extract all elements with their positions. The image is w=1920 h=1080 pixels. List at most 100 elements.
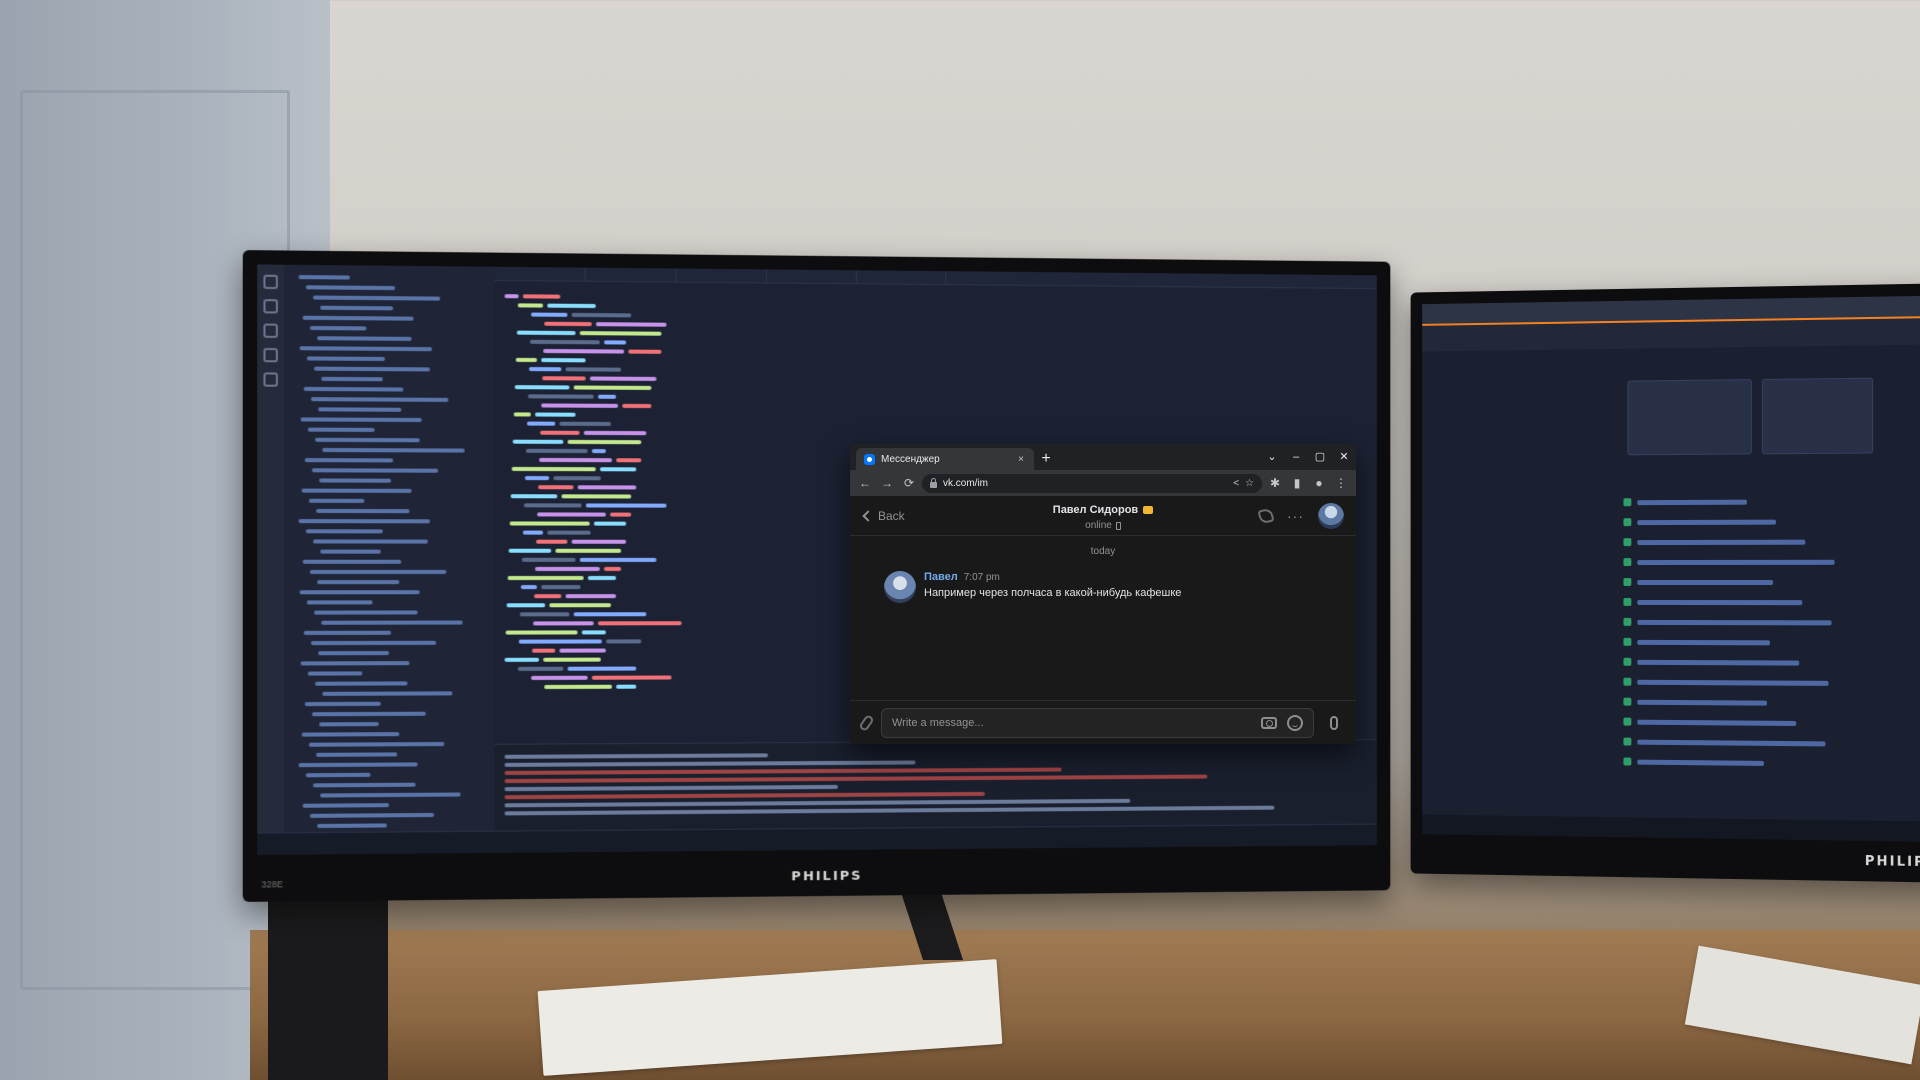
question-link[interactable] (1637, 759, 1764, 766)
question-link[interactable] (1637, 579, 1774, 586)
explorer-row[interactable] (290, 537, 488, 545)
explorer-row[interactable] (290, 679, 488, 688)
tab-messenger[interactable]: Мессенджер × (856, 448, 1034, 470)
bookmark-star-icon[interactable]: ☆ (1245, 478, 1254, 489)
explorer-row[interactable] (290, 486, 488, 495)
share-icon[interactable]: < (1233, 478, 1239, 489)
explorer-row[interactable] (290, 568, 488, 576)
search-icon[interactable] (263, 299, 278, 314)
extensions-icon[interactable] (263, 372, 278, 387)
explorer-row[interactable] (290, 375, 488, 384)
question-link[interactable] (1637, 599, 1803, 606)
explorer-row[interactable] (290, 780, 488, 789)
paperclip-icon[interactable] (858, 713, 875, 732)
question-link[interactable] (1637, 559, 1835, 566)
explorer-row[interactable] (290, 364, 488, 373)
explorer-row[interactable] (290, 689, 488, 698)
explorer-row[interactable] (290, 699, 488, 708)
question-link[interactable] (1637, 499, 1747, 506)
tab-search-chevron-icon[interactable]: ⌄ (1260, 447, 1284, 467)
emoji-icon[interactable] (1287, 714, 1303, 731)
back-button[interactable]: Back (862, 509, 905, 523)
explorer-row[interactable] (290, 517, 488, 525)
explorer-row[interactable] (290, 608, 488, 616)
reload-icon[interactable]: ⟳ (900, 474, 918, 492)
question-link[interactable] (1637, 539, 1806, 546)
explorer-row[interactable] (290, 709, 488, 718)
more-options-icon[interactable]: ··· (1287, 508, 1304, 524)
editor-tab[interactable] (856, 270, 947, 286)
explorer-row[interactable] (290, 629, 488, 637)
extensions-puzzle-icon[interactable]: ✱ (1266, 474, 1284, 492)
explorer-row[interactable] (290, 395, 488, 404)
editor-tab[interactable] (494, 266, 586, 282)
explorer-row[interactable] (290, 405, 488, 414)
back-arrow-icon[interactable]: ← (856, 474, 874, 492)
message-author[interactable]: Павел (924, 571, 958, 583)
explorer-row[interactable] (290, 750, 488, 759)
explorer-row[interactable] (290, 770, 488, 779)
files-icon[interactable] (263, 274, 278, 290)
microphone-icon[interactable] (1330, 715, 1338, 730)
message-input[interactable] (892, 716, 1251, 729)
lock-icon[interactable] (930, 477, 937, 488)
avatar[interactable] (884, 571, 916, 603)
profile-icon[interactable]: ● (1310, 474, 1328, 492)
explorer-row[interactable] (290, 790, 488, 799)
explorer-row[interactable] (290, 618, 488, 626)
explorer-row[interactable] (290, 730, 488, 739)
explorer-row[interactable] (290, 558, 488, 566)
new-tab-button[interactable]: + (1034, 448, 1058, 470)
tab-close-icon[interactable]: × (1014, 454, 1028, 465)
explorer-row[interactable] (290, 639, 488, 648)
peer-name[interactable]: Павел Сидоров (1053, 504, 1154, 516)
question-link[interactable] (1637, 639, 1771, 646)
explorer-row[interactable] (290, 415, 488, 424)
explorer-row[interactable] (290, 476, 488, 485)
explorer-row[interactable] (290, 334, 488, 344)
question-link[interactable] (1637, 519, 1777, 526)
explorer-row[interactable] (290, 436, 488, 445)
address-bar[interactable]: vk.com/im < ☆ (922, 473, 1262, 493)
terminal-panel[interactable] (494, 739, 1377, 831)
question-link[interactable] (1637, 719, 1797, 727)
peer-avatar[interactable] (1318, 502, 1344, 529)
explorer-row[interactable] (290, 385, 488, 394)
explorer-row[interactable] (290, 497, 488, 506)
question-link[interactable] (1637, 679, 1829, 686)
question-link[interactable] (1637, 699, 1767, 706)
editor-tab[interactable] (676, 268, 768, 284)
explorer-row[interactable] (290, 578, 488, 586)
explorer-row[interactable] (290, 314, 488, 324)
camera-icon[interactable] (1261, 716, 1277, 729)
explorer-row[interactable] (290, 425, 488, 434)
explorer-row[interactable] (290, 273, 488, 283)
explorer-row[interactable] (290, 507, 488, 516)
explorer-row[interactable] (290, 649, 488, 658)
close-window-button[interactable]: ✕ (1332, 447, 1356, 467)
phone-call-icon[interactable] (1257, 506, 1275, 525)
browser-menu-icon[interactable]: ⋮ (1332, 474, 1350, 492)
question-link[interactable] (1637, 659, 1800, 666)
explorer-row[interactable] (290, 527, 488, 535)
explorer-row[interactable] (290, 821, 488, 831)
explorer-row[interactable] (290, 588, 488, 596)
side-panel-icon[interactable]: ▮ (1288, 474, 1306, 492)
forward-arrow-icon[interactable]: → (878, 474, 896, 492)
explorer-row[interactable] (290, 324, 488, 334)
question-link[interactable] (1637, 619, 1832, 626)
question-link[interactable] (1637, 739, 1826, 747)
explorer-row[interactable] (290, 760, 488, 769)
explorer-row[interactable] (290, 548, 488, 556)
explorer-row[interactable] (290, 446, 488, 455)
explorer-row[interactable] (290, 800, 488, 810)
explorer-row[interactable] (290, 303, 488, 313)
editor-tab[interactable] (585, 267, 677, 283)
explorer-row[interactable] (290, 720, 488, 729)
explorer-row[interactable] (290, 659, 488, 668)
explorer-row[interactable] (290, 354, 488, 363)
explorer-row[interactable] (290, 598, 488, 606)
explorer-row[interactable] (290, 283, 488, 293)
explorer-row[interactable] (290, 466, 488, 475)
explorer-row[interactable] (290, 293, 488, 303)
